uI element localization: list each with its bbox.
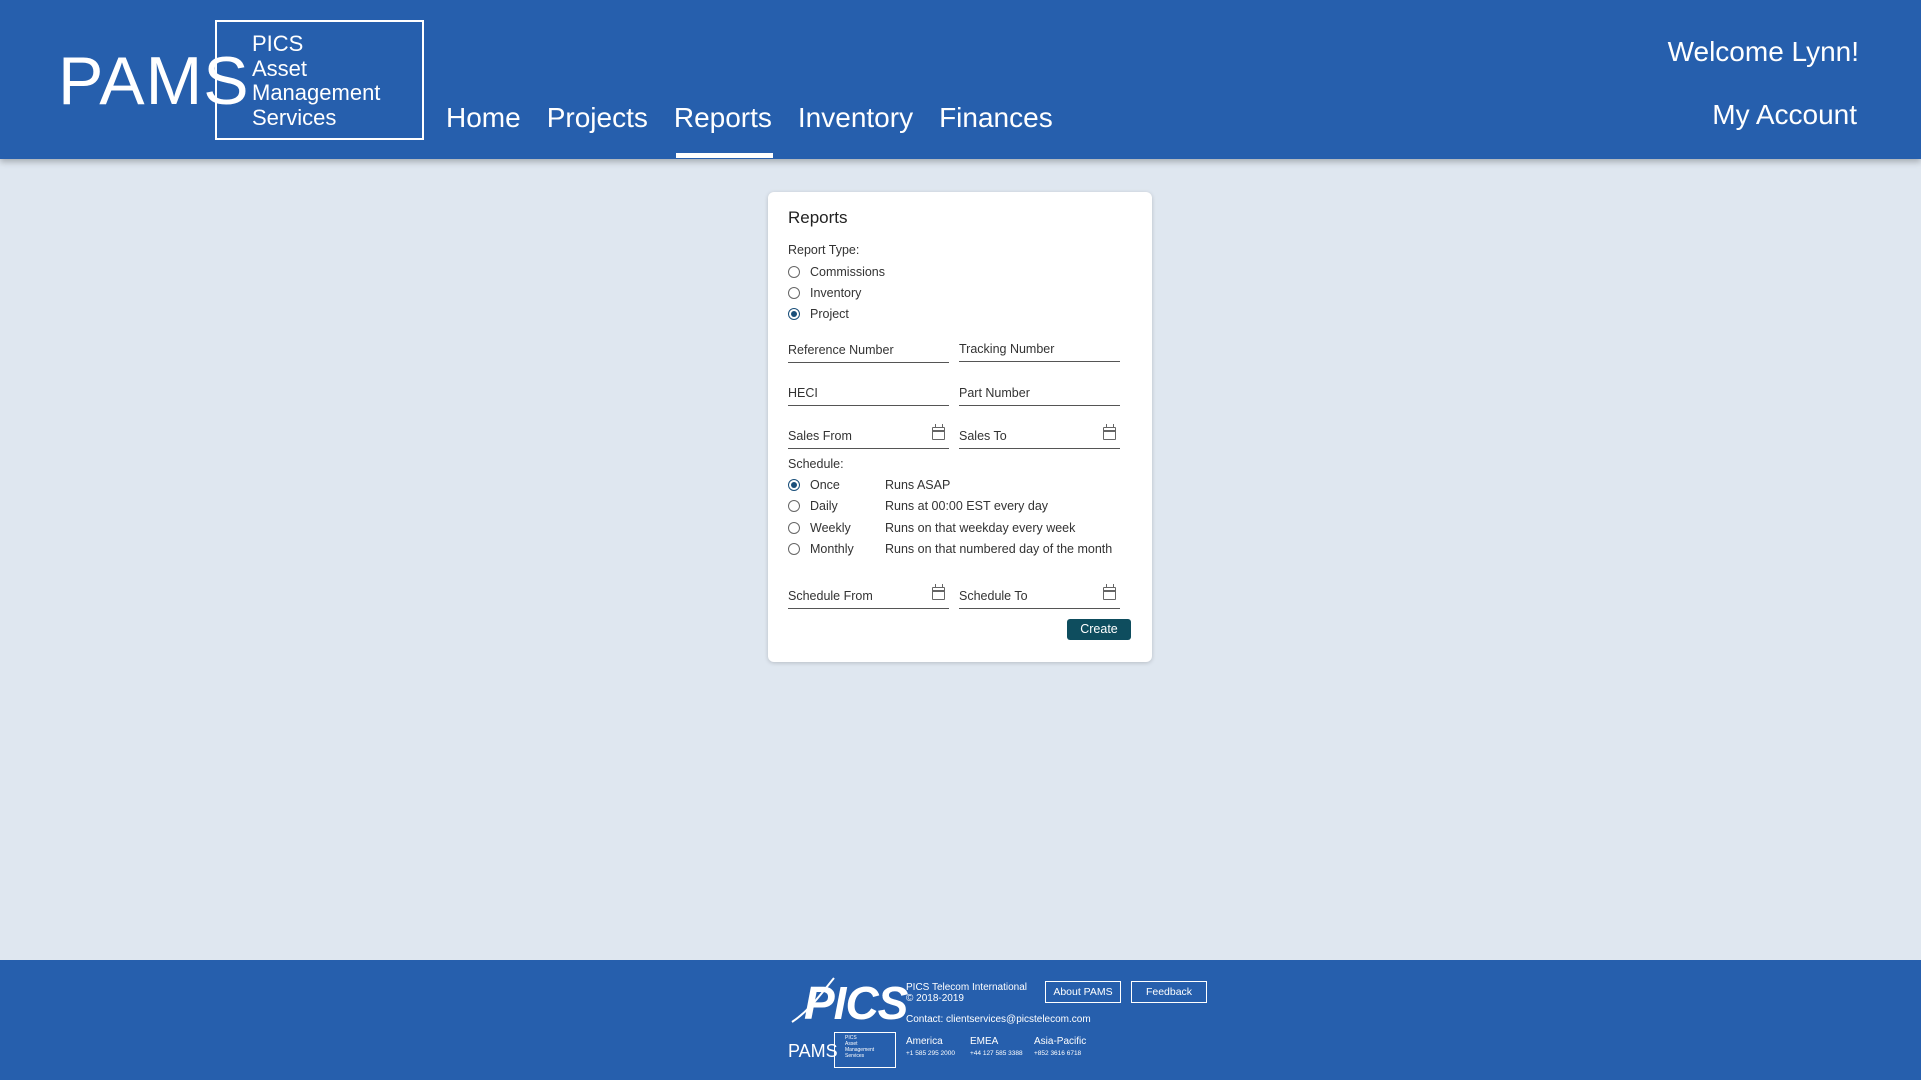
calendar-icon[interactable] [1103,584,1116,600]
radio-button[interactable] [788,479,800,491]
schedule-from-field[interactable]: Schedule From [788,584,949,609]
pams-logo-box: PICS Asset Management Services [215,20,424,140]
pics-logo-text: PICS [804,977,908,1029]
report-type-label: Report Type: [788,243,860,257]
schedule-description: Runs on that numbered day of the month [885,542,1113,556]
schedule-description: Runs ASAP [885,478,951,492]
schedule-name: Monthly [810,542,854,556]
tracking-number-field[interactable]: Tracking Number [959,340,1120,362]
logo-line: Asset [252,55,308,81]
main-nav: Home Projects Reports Inventory Finances [446,98,1066,159]
schedule-name: Weekly [810,521,851,535]
region-name: EMEA [970,1036,999,1047]
company-info: PICS Telecom International © 2018-2019 [906,982,1027,1004]
logo-line: Management [252,80,381,105]
schedule-to-field[interactable]: Schedule To [959,584,1120,609]
field-placeholder: Schedule From [788,589,873,603]
field-placeholder: Sales From [788,429,852,443]
report-type-commissions[interactable]: Commissions [788,264,885,280]
heci-field[interactable]: HECI [788,384,949,406]
calendar-icon[interactable] [1103,424,1116,440]
schedule-weekly[interactable]: Weekly Runs on that weekday every week [788,520,1075,536]
schedule-once[interactable]: Once Runs ASAP [788,477,950,493]
field-placeholder: HECI [788,386,818,400]
my-account-link[interactable]: My Account [1712,99,1857,131]
field-placeholder: Sales To [959,429,1007,443]
card-title: Reports [788,208,848,227]
report-type-inventory[interactable]: Inventory [788,285,861,301]
region-asia-pacific: Asia-Pacific +852 3616 6718 [1034,1036,1086,1057]
schedule-description: Runs at 00:00 EST every day [885,499,1049,513]
reference-number-field[interactable]: Reference Number [788,341,949,363]
schedule-description: Runs on that weekday every week [885,521,1076,535]
create-button[interactable]: Create [1067,619,1131,640]
footer-pams-logo-box: PICS Asset Management Services [834,1032,896,1068]
company-name: PICS Telecom International [906,982,1027,993]
nav-projects[interactable]: Projects [534,98,661,159]
region-name: Asia-Pacific [1034,1036,1087,1047]
calendar-icon[interactable] [932,424,945,440]
logo-line: Services [845,1053,865,1059]
schedule-daily[interactable]: Daily Runs at 00:00 EST every day [788,498,1048,514]
region-emea: EMEA +44 127 585 3388 [970,1036,1023,1057]
reports-card: Reports Report Type: Commissions Invento… [768,192,1152,662]
radio-label: Project [810,307,849,321]
welcome-message: Welcome Lynn! [1667,36,1859,67]
field-placeholder: Reference Number [788,343,894,357]
schedule-name: Once [810,478,840,492]
top-header: PAMS PICS Asset Management Services Home… [0,0,1921,159]
schedule-monthly[interactable]: Monthly Runs on that numbered day of the… [788,541,1112,557]
region-phone: +852 3616 6718 [1034,1050,1082,1057]
radio-button[interactable] [788,543,800,555]
footer-pams-logo: PAMS [788,1041,838,1061]
region-america: America +1 585 295 2000 [906,1036,955,1057]
nav-finances[interactable]: Finances [926,98,1066,159]
part-number-field[interactable]: Part Number [959,384,1120,406]
region-phone: +1 585 295 2000 [906,1050,955,1057]
pics-logo: PICS [790,970,908,1030]
report-type-project[interactable]: Project [788,306,849,322]
field-placeholder: Part Number [959,386,1030,400]
radio-button[interactable] [788,500,800,512]
radio-button[interactable] [788,266,800,278]
radio-label: Inventory [810,286,862,300]
field-placeholder: Tracking Number [959,342,1055,356]
sales-from-field[interactable]: Sales From [788,424,949,449]
radio-button[interactable] [788,287,800,299]
nav-home[interactable]: Home [446,98,534,159]
region-phone: +44 127 585 3388 [970,1050,1023,1057]
about-pams-button[interactable]: About PAMS [1045,981,1121,1003]
logo-line: PICS [252,31,304,56]
feedback-button[interactable]: Feedback [1131,981,1207,1003]
radio-label: Commissions [810,265,886,279]
logo-line: Services [252,104,337,130]
schedule-name: Daily [810,499,838,513]
region-name: America [906,1036,943,1047]
sales-to-field[interactable]: Sales To [959,424,1120,449]
nav-reports[interactable]: Reports [661,98,785,159]
footer: PICS PICS Telecom International © 2018-2… [0,960,1921,1080]
schedule-label: Schedule: [788,457,844,471]
radio-button[interactable] [788,522,800,534]
radio-button[interactable] [788,308,800,320]
nav-inventory[interactable]: Inventory [785,98,926,159]
field-placeholder: Schedule To [959,589,1028,603]
calendar-icon[interactable] [932,584,945,600]
copyright: © 2018-2019 [906,993,964,1004]
contact-email[interactable]: Contact: clientservices@picstelecom.com [906,1014,1091,1025]
